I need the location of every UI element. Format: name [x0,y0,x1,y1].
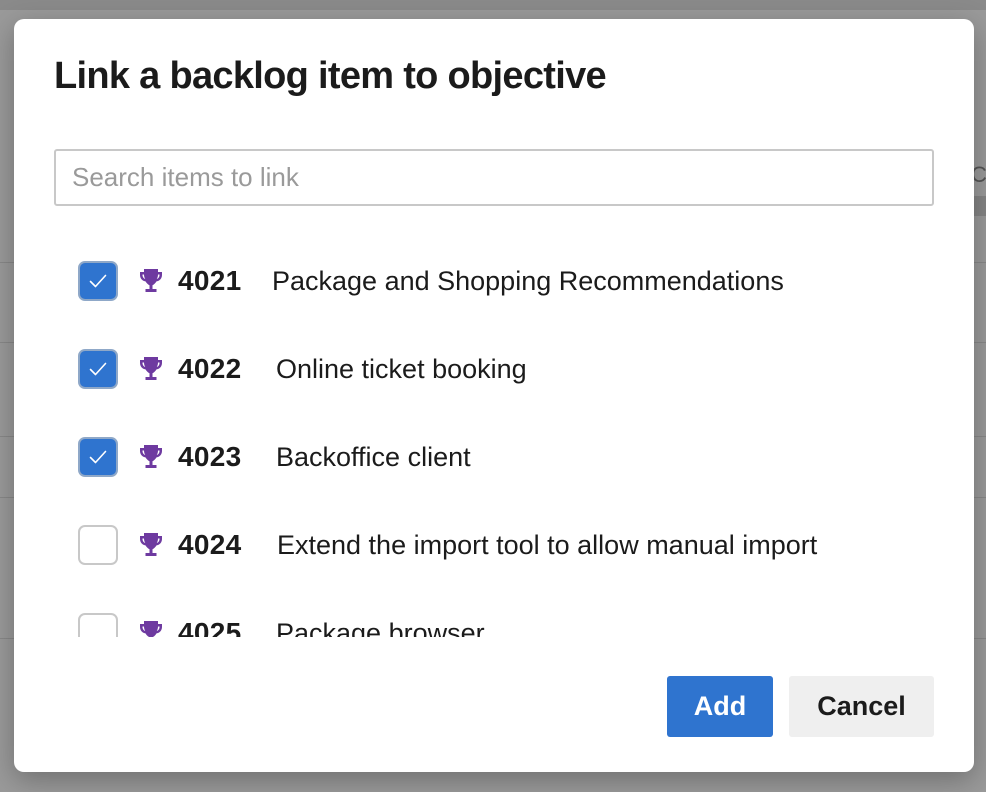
list-item[interactable]: 4021 Package and Shopping Recommendation… [14,237,974,325]
link-backlog-dialog: Link a backlog item to objective 4021 Pa… [14,19,974,772]
add-button[interactable]: Add [667,676,773,737]
trophy-icon [138,531,164,559]
dialog-title: Link a backlog item to objective [54,55,607,97]
trophy-icon [138,267,164,295]
cancel-button[interactable]: Cancel [789,676,934,737]
item-id: 4022 [178,353,242,384]
list-item[interactable]: 4025 Package browser [14,589,974,637]
item-id: 4021 [178,265,242,296]
checkmark-icon [89,362,107,376]
checkmark-icon [89,274,107,288]
background-top-bar [0,0,986,10]
item-title: Backoffice client [276,441,471,472]
trophy-icon [138,443,164,471]
item-checkbox[interactable] [78,437,118,477]
list-item[interactable]: 4024 Extend the import tool to allow man… [14,501,974,589]
item-checkbox[interactable] [78,349,118,389]
item-id: 4023 [178,441,242,472]
item-title: Online ticket booking [276,353,527,384]
trophy-icon [138,619,164,637]
item-id: 4025 [178,617,242,637]
item-id: 4024 [178,529,242,560]
list-item[interactable]: 4022 Online ticket booking [14,325,974,413]
checkmark-icon [89,450,107,464]
item-title: Package and Shopping Recommendations [272,265,784,296]
search-input[interactable] [54,149,934,206]
item-checkbox[interactable] [78,525,118,565]
item-checkbox[interactable] [78,613,118,637]
list-item[interactable]: 4023 Backoffice client [14,413,974,501]
item-checkbox[interactable] [78,261,118,301]
trophy-icon [138,355,164,383]
backlog-item-list[interactable]: 4021 Package and Shopping Recommendation… [14,224,974,637]
item-title: Package browser [276,617,485,638]
item-title: Extend the import tool to allow manual i… [277,529,818,560]
